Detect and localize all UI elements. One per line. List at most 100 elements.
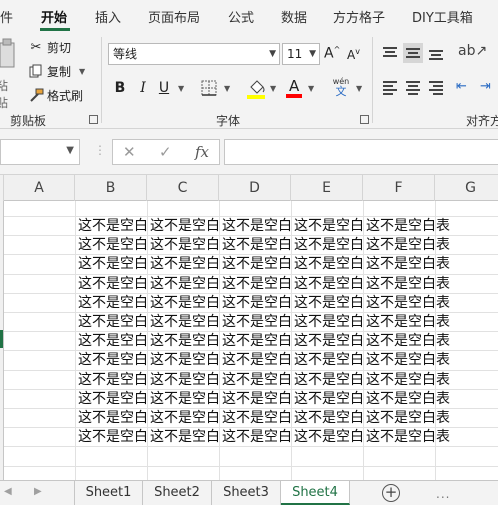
cell-d-1[interactable]: 这不是空白表 xyxy=(222,217,291,235)
menu-file[interactable]: 件 xyxy=(0,7,13,26)
cell-f-10[interactable]: 这不是空白表 xyxy=(366,390,476,408)
cell-e-10[interactable]: 这不是空白表 xyxy=(294,390,363,408)
cell-f-7[interactable]: 这不是空白表 xyxy=(366,332,476,350)
font-name-select[interactable]: 等线 ▼ xyxy=(108,43,280,65)
cell-e-12[interactable]: 这不是空白表 xyxy=(294,428,363,446)
align-left-icon[interactable] xyxy=(380,77,400,97)
chevron-down-icon[interactable]: ▼ xyxy=(356,84,362,93)
cell-d-9[interactable]: 这不是空白表 xyxy=(222,371,291,389)
menu-home[interactable]: 开始 xyxy=(41,7,67,26)
column-header-a[interactable]: A xyxy=(4,175,75,201)
menu-diy-toolbox[interactable]: DIY工具箱 xyxy=(412,7,473,26)
font-color-button[interactable]: A xyxy=(286,75,304,99)
cell-e-7[interactable]: 这不是空白表 xyxy=(294,332,363,350)
align-bottom-icon[interactable] xyxy=(426,43,446,63)
cell-b-12[interactable]: 这不是空白表 xyxy=(78,428,147,446)
cell-f-4[interactable]: 这不是空白表 xyxy=(366,275,476,293)
clipboard-dialog-launcher[interactable] xyxy=(89,115,98,124)
cell-b-7[interactable]: 这不是空白表 xyxy=(78,332,147,350)
chevron-down-icon[interactable]: ▼ xyxy=(308,84,314,93)
worksheet-grid[interactable]: A B C D E F G 这不是空白表这不是空白表这不是空白表这不是空白表这不… xyxy=(0,175,498,480)
column-header-f[interactable]: F xyxy=(363,175,435,201)
underline-button[interactable]: U xyxy=(156,77,172,99)
menu-fangfang[interactable]: 方方格子 xyxy=(333,7,385,26)
font-dialog-launcher[interactable] xyxy=(360,115,369,124)
cell-c-9[interactable]: 这不是空白表 xyxy=(150,371,219,389)
cell-f-2[interactable]: 这不是空白表 xyxy=(366,236,476,254)
align-middle-icon[interactable] xyxy=(403,43,423,63)
add-sheet-button[interactable]: + xyxy=(382,484,400,502)
cell-b-1[interactable]: 这不是空白表 xyxy=(78,217,147,235)
cell-d-4[interactable]: 这不是空白表 xyxy=(222,275,291,293)
cell-f-8[interactable]: 这不是空白表 xyxy=(366,351,476,369)
menu-formulas[interactable]: 公式 xyxy=(228,7,254,26)
cell-f-11[interactable]: 这不是空白表 xyxy=(366,409,476,427)
insert-function-icon[interactable]: fx xyxy=(195,143,209,161)
more-icon[interactable]: ... xyxy=(436,487,450,501)
column-header-c[interactable]: C xyxy=(147,175,219,201)
cell-e-9[interactable]: 这不是空白表 xyxy=(294,371,363,389)
cell-c-10[interactable]: 这不是空白表 xyxy=(150,390,219,408)
align-right-icon[interactable] xyxy=(426,77,446,97)
cell-e-8[interactable]: 这不是空白表 xyxy=(294,351,363,369)
bold-button[interactable]: B xyxy=(112,77,128,99)
cell-b-6[interactable]: 这不是空白表 xyxy=(78,313,147,331)
cell-c-2[interactable]: 这不是空白表 xyxy=(150,236,219,254)
cell-d-5[interactable]: 这不是空白表 xyxy=(222,294,291,312)
cell-e-3[interactable]: 这不是空白表 xyxy=(294,255,363,273)
name-box[interactable]: ▼ xyxy=(0,139,80,165)
cell-c-12[interactable]: 这不是空白表 xyxy=(150,428,219,446)
cell-f-12[interactable]: 这不是空白表 xyxy=(366,428,476,446)
cut-button[interactable]: ✂ 剪切 xyxy=(28,39,71,56)
sheet-tab-sheet2[interactable]: Sheet2 xyxy=(143,481,212,505)
orientation-button[interactable]: ab↗ xyxy=(458,43,487,59)
cell-e-4[interactable]: 这不是空白表 xyxy=(294,275,363,293)
cell-c-8[interactable]: 这不是空白表 xyxy=(150,351,219,369)
cell-e-5[interactable]: 这不是空白表 xyxy=(294,294,363,312)
italic-button[interactable]: I xyxy=(136,77,150,99)
phonetic-button[interactable]: wén 文 xyxy=(330,77,352,99)
align-center-icon[interactable] xyxy=(403,77,423,97)
cell-d-10[interactable]: 这不是空白表 xyxy=(222,390,291,408)
decrease-font-size-button[interactable]: Av xyxy=(347,47,360,62)
paste-button[interactable]: 粘贴 xyxy=(0,37,18,110)
scroll-tabs-right-icon[interactable]: ▶ xyxy=(34,486,42,497)
borders-button[interactable] xyxy=(201,80,217,96)
sheet-tab-sheet3[interactable]: Sheet3 xyxy=(212,481,281,505)
menu-insert[interactable]: 插入 xyxy=(95,7,121,26)
cell-b-5[interactable]: 这不是空白表 xyxy=(78,294,147,312)
cell-b-4[interactable]: 这不是空白表 xyxy=(78,275,147,293)
cell-d-6[interactable]: 这不是空白表 xyxy=(222,313,291,331)
cell-c-11[interactable]: 这不是空白表 xyxy=(150,409,219,427)
cancel-icon[interactable]: ✕ xyxy=(123,143,136,161)
cell-f-3[interactable]: 这不是空白表 xyxy=(366,255,476,273)
cell-d-8[interactable]: 这不是空白表 xyxy=(222,351,291,369)
underline-dropdown-icon[interactable]: ▼ xyxy=(178,84,184,93)
format-painter-button[interactable]: 格式刷 xyxy=(28,87,83,104)
sheet-tab-sheet4[interactable]: Sheet4 xyxy=(281,481,350,505)
copy-button[interactable]: 复制 ▼ xyxy=(28,63,85,80)
cell-d-3[interactable]: 这不是空白表 xyxy=(222,255,291,273)
cell-b-9[interactable]: 这不是空白表 xyxy=(78,371,147,389)
increase-indent-icon[interactable]: ⇥ xyxy=(480,79,491,94)
fill-color-button[interactable] xyxy=(247,77,267,99)
menu-data[interactable]: 数据 xyxy=(281,7,307,26)
chevron-down-icon[interactable]: ▼ xyxy=(270,84,276,93)
align-top-icon[interactable] xyxy=(380,43,400,63)
increase-font-size-button[interactable]: A^ xyxy=(324,45,340,62)
cell-e-1[interactable]: 这不是空白表 xyxy=(294,217,363,235)
column-header-e[interactable]: E xyxy=(291,175,363,201)
cell-c-7[interactable]: 这不是空白表 xyxy=(150,332,219,350)
cell-d-12[interactable]: 这不是空白表 xyxy=(222,428,291,446)
cell-f-9[interactable]: 这不是空白表 xyxy=(366,371,476,389)
decrease-indent-icon[interactable]: ⇤ xyxy=(456,79,467,94)
cell-b-8[interactable]: 这不是空白表 xyxy=(78,351,147,369)
menu-page-layout[interactable]: 页面布局 xyxy=(148,7,200,26)
cell-b-3[interactable]: 这不是空白表 xyxy=(78,255,147,273)
column-header-d[interactable]: D xyxy=(219,175,291,201)
cell-c-3[interactable]: 这不是空白表 xyxy=(150,255,219,273)
cell-b-2[interactable]: 这不是空白表 xyxy=(78,236,147,254)
drag-handle-icon[interactable]: ⋮ xyxy=(94,143,106,157)
cell-c-4[interactable]: 这不是空白表 xyxy=(150,275,219,293)
cell-d-2[interactable]: 这不是空白表 xyxy=(222,236,291,254)
